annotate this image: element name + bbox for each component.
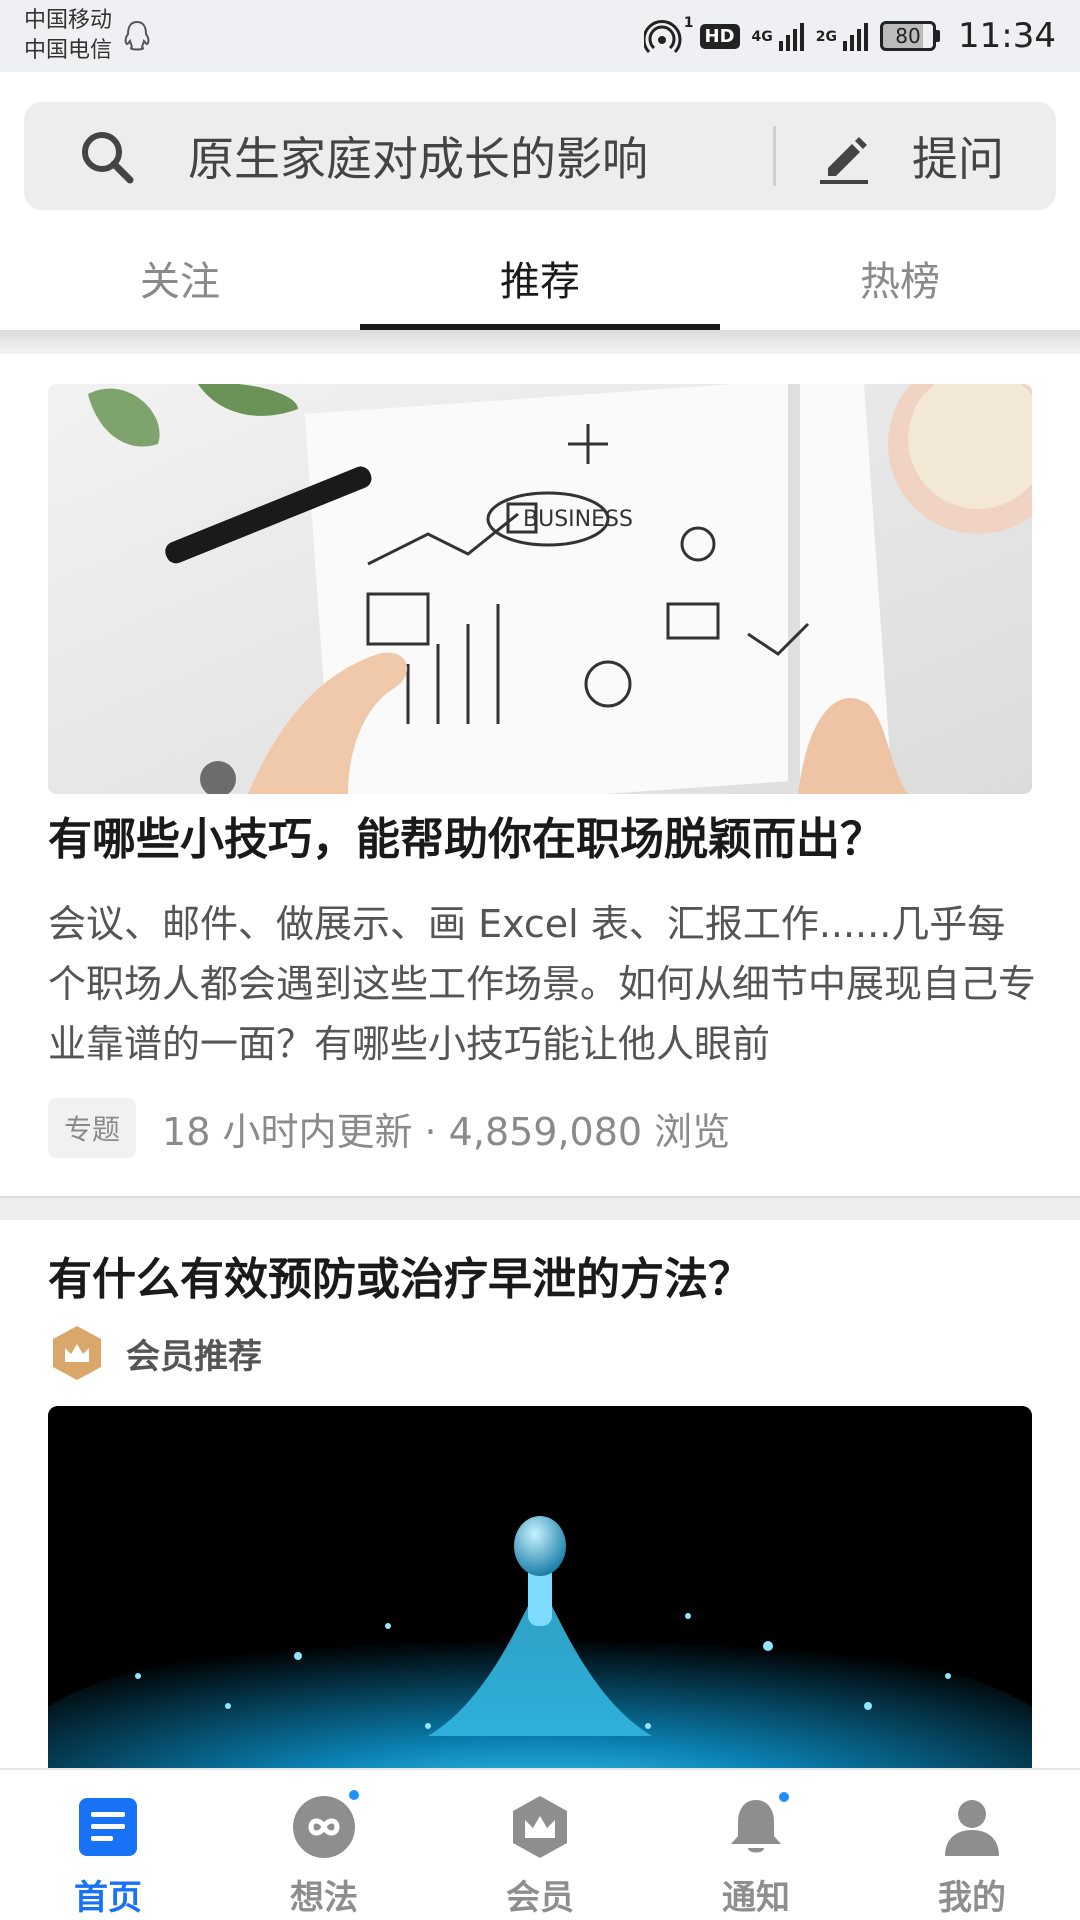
carrier-info: 中国移动 中国电信 bbox=[24, 6, 112, 66]
nav-ideas-label: 想法 bbox=[290, 1878, 358, 1918]
nav-notifications[interactable]: 通知 bbox=[648, 1770, 864, 1920]
ask-question-label: 提问 bbox=[912, 132, 1004, 186]
home-icon bbox=[79, 1798, 137, 1856]
topic-meta: 专题 18 小时内更新 · 4,859,080 浏览 bbox=[48, 1098, 730, 1158]
topic-cover-image[interactable]: BUSINESS bbox=[48, 384, 1032, 794]
signal-strength-icon-1 bbox=[778, 21, 804, 51]
tabs-shadow bbox=[0, 330, 1080, 354]
tab-hot-list[interactable]: 热榜 bbox=[720, 226, 1080, 330]
carrier-name-2: 中国电信 bbox=[24, 38, 113, 63]
nav-home-label: 首页 bbox=[74, 1878, 142, 1918]
search-icon bbox=[82, 132, 134, 184]
ideas-notification-dot bbox=[347, 1788, 361, 1802]
network-type-2: 2G bbox=[815, 29, 838, 45]
nav-member[interactable]: 会员 bbox=[432, 1770, 648, 1920]
card-separator bbox=[0, 1196, 1080, 1220]
feed-card-question[interactable]: 有什么有效预防或治疗早泄的方法？ 会员推荐 bbox=[0, 1220, 1080, 1826]
nav-member-label: 会员 bbox=[506, 1878, 574, 1918]
cover-image-text: BUSINESS bbox=[523, 507, 633, 532]
member-crown-icon bbox=[53, 1326, 101, 1380]
topic-tag: 专题 bbox=[48, 1098, 137, 1158]
ask-question-button[interactable]: 提问 bbox=[776, 102, 1056, 210]
member-recommend-label: 会员推荐 bbox=[126, 1336, 262, 1377]
tab-follow[interactable]: 关注 bbox=[0, 226, 360, 330]
member-icon bbox=[513, 1796, 567, 1858]
feed-card-topic[interactable]: BUSINESS 有哪些小技巧，能帮助你在职场脱颖而出？ 会议、邮件、做展示、画… bbox=[0, 354, 1080, 1196]
notification-dot bbox=[777, 1790, 791, 1804]
app-screen: 中国移动 中国电信 1 HD 4G 2G 80 11:34 原生家庭对成长的影响… bbox=[0, 0, 1080, 1920]
battery-level: 80 bbox=[880, 21, 937, 51]
network-type-1: 4G bbox=[751, 29, 773, 45]
battery-icon: 80 bbox=[880, 21, 941, 51]
nav-profile-label: 我的 bbox=[938, 1878, 1006, 1918]
hotspot-icon bbox=[643, 20, 682, 54]
bottom-navigation: 首页 想法 会员 通知 我的 bbox=[0, 1768, 1080, 1920]
topic-title[interactable]: 有哪些小技巧，能帮助你在职场脱颖而出？ bbox=[48, 808, 1038, 872]
tab-recommend[interactable]: 推荐 bbox=[360, 226, 720, 330]
feed-tabs: 关注 推荐 热榜 bbox=[0, 226, 1080, 330]
ideas-icon bbox=[291, 1788, 361, 1860]
nav-profile[interactable]: 我的 bbox=[864, 1770, 1080, 1920]
nav-home[interactable]: 首页 bbox=[0, 1770, 216, 1920]
bell-icon bbox=[723, 1790, 791, 1860]
question-title[interactable]: 有什么有效预防或治疗早泄的方法？ bbox=[48, 1248, 752, 1312]
search-bar[interactable]: 原生家庭对成长的影响 提问 bbox=[24, 102, 1056, 210]
topic-description[interactable]: 会议、邮件、做展示、画 Excel 表、汇报工作......几乎每个职场人都会遇… bbox=[48, 894, 1038, 1074]
nav-notifications-label: 通知 bbox=[722, 1878, 790, 1918]
qq-penguin-icon bbox=[124, 20, 150, 51]
carrier-name-1: 中国移动 bbox=[24, 8, 113, 33]
hotspot-count: 1 bbox=[683, 15, 694, 31]
member-recommend-row: 会员推荐 bbox=[48, 1324, 262, 1382]
nav-ideas[interactable]: 想法 bbox=[216, 1770, 432, 1920]
profile-icon bbox=[945, 1800, 999, 1856]
hd-badge: HD bbox=[699, 23, 740, 49]
clock: 11:34 bbox=[958, 16, 1056, 56]
pencil-icon bbox=[820, 137, 868, 184]
status-bar: 中国移动 中国电信 1 HD 4G 2G 80 11:34 bbox=[0, 0, 1080, 72]
status-indicators: 1 HD 4G 2G 80 11:34 bbox=[643, 15, 1056, 56]
search-input[interactable]: 原生家庭对成长的影响 bbox=[188, 123, 773, 189]
signal-strength-icon-2 bbox=[843, 21, 869, 51]
topic-stats: 18 小时内更新 · 4,859,080 浏览 bbox=[162, 1109, 731, 1154]
question-cover-image[interactable] bbox=[48, 1406, 1032, 1826]
